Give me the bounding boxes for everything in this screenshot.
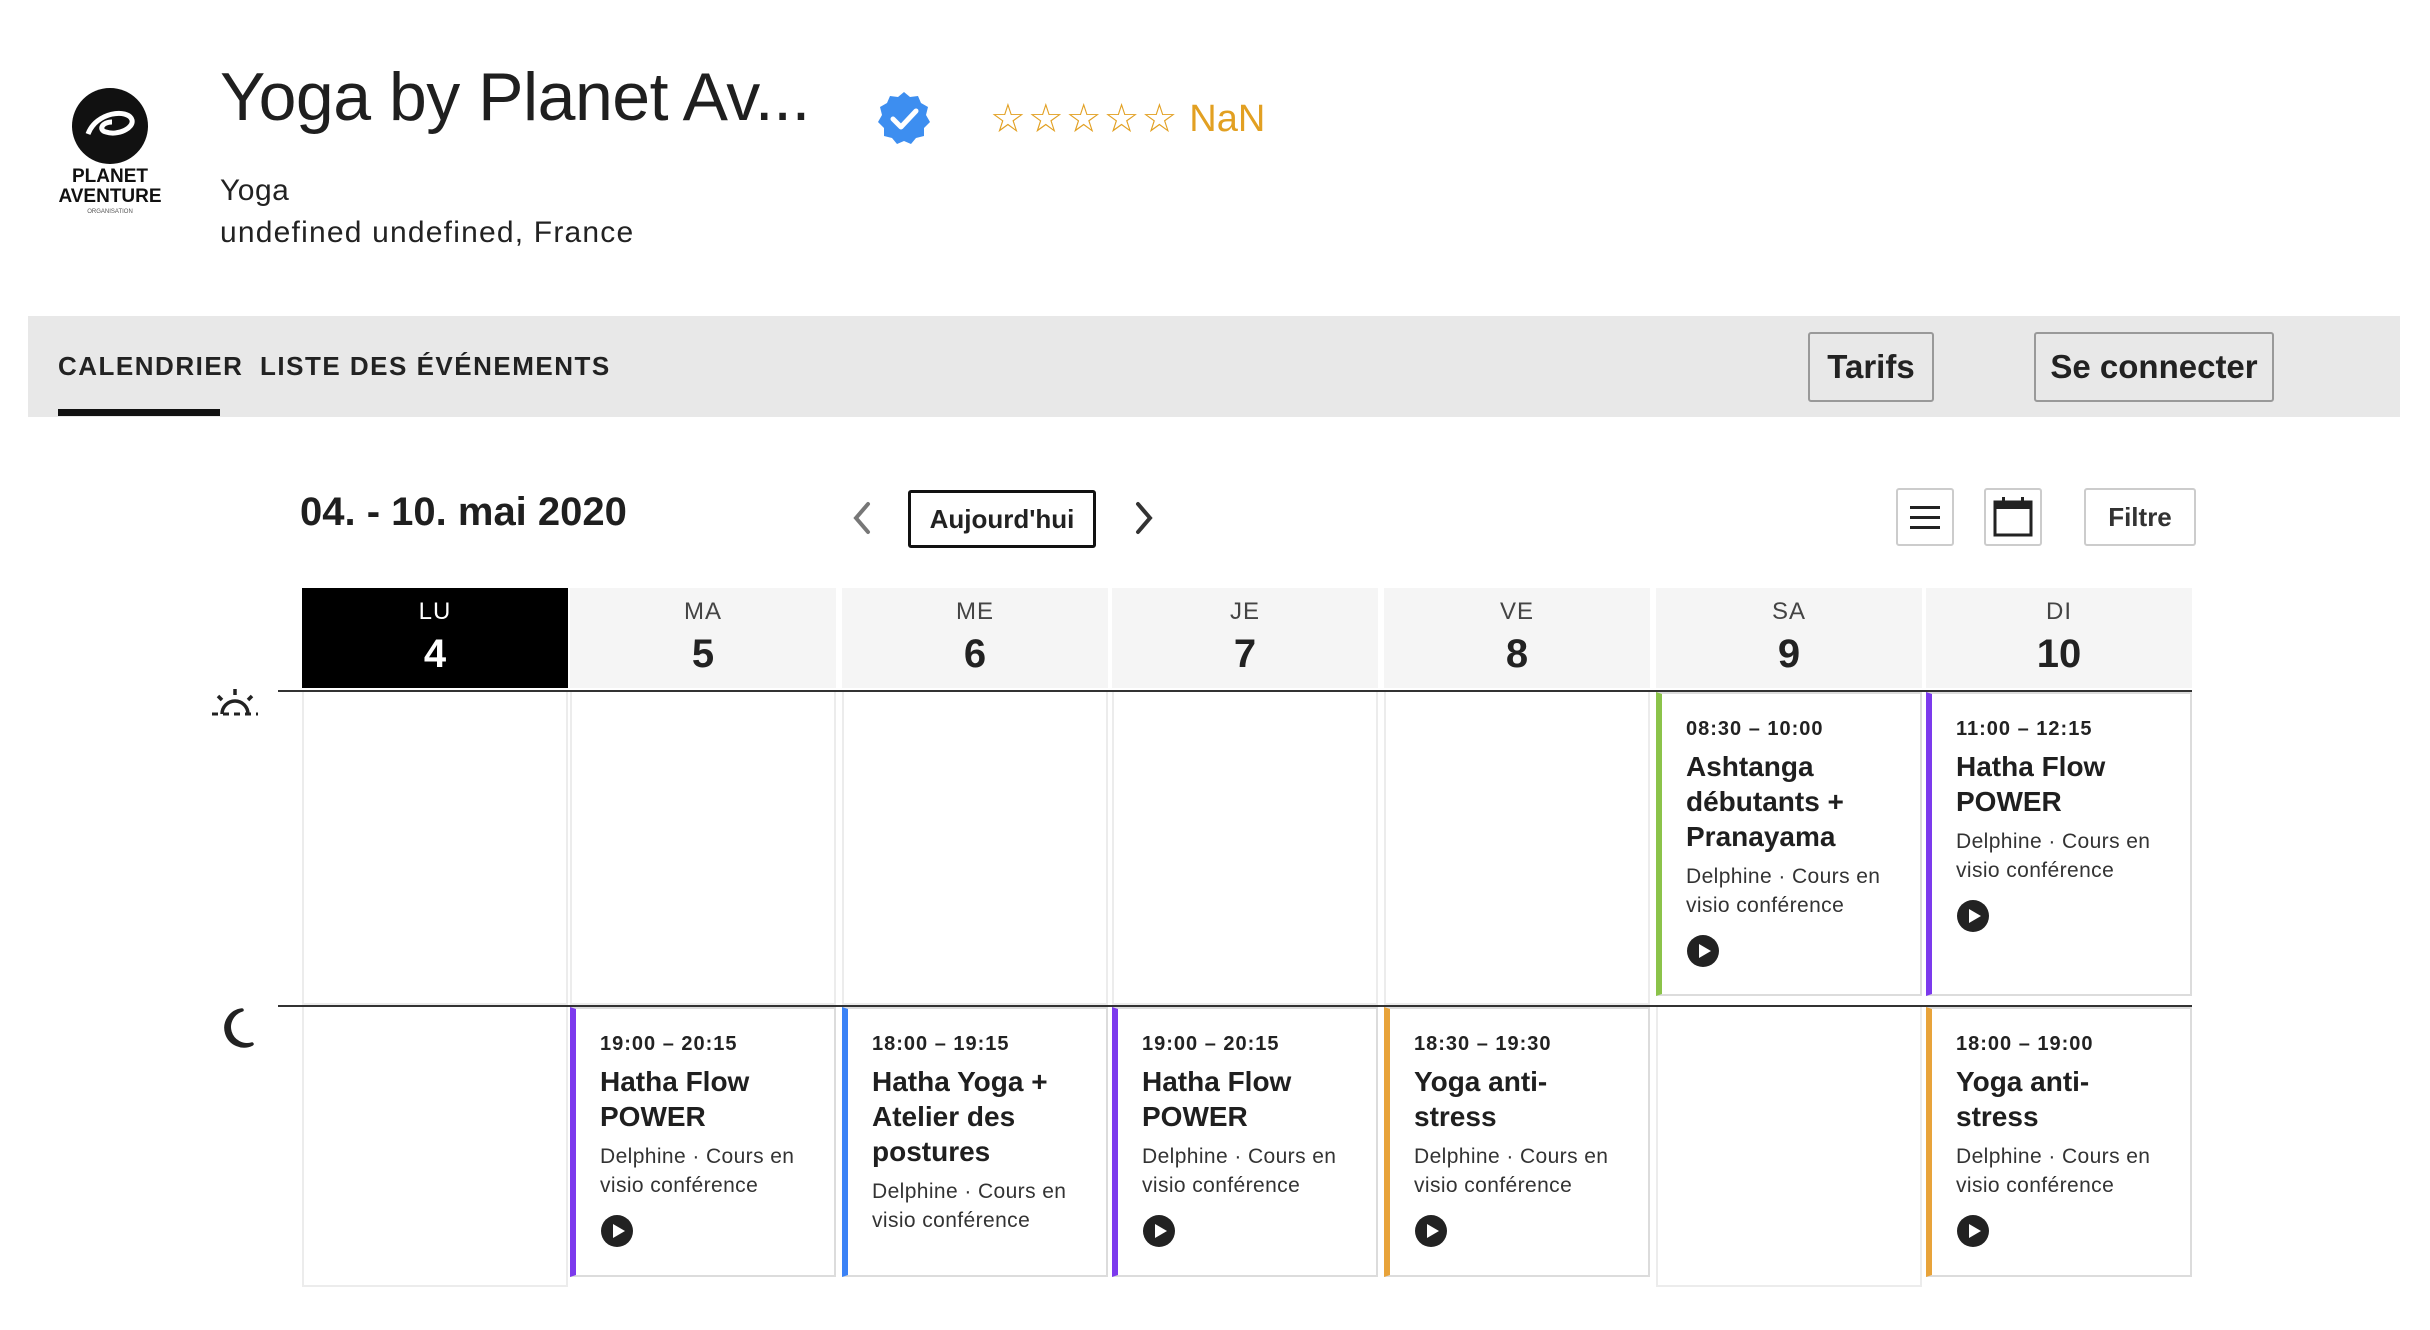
- event-meta: Delphine · Cours en visio conférence: [1686, 865, 1881, 917]
- day-num: 10: [2036, 632, 2082, 676]
- event-title: Hatha Flow POWER: [1142, 1066, 1292, 1132]
- tarifs-button[interactable]: Tarifs: [1808, 332, 1934, 402]
- day-num: 9: [1777, 632, 1801, 676]
- active-tab-indicator: [58, 409, 220, 416]
- event-meta: Delphine · Cours en visio conférence: [1142, 1145, 1337, 1197]
- event-title: Yoga anti-stress: [1414, 1066, 1548, 1132]
- day-abbr: ME: [956, 598, 994, 625]
- calendar-icon: [1993, 497, 2033, 537]
- sunrise-icon: [210, 686, 260, 720]
- event-meta: Delphine · Cours en visio conférence: [600, 1145, 795, 1197]
- page-title: Yoga by Planet Av...: [220, 59, 810, 135]
- event-card-ve-anti-stress[interactable]: 18:30 – 19:30 Yoga anti-stress Delphine …: [1384, 1007, 1650, 1277]
- slot-me-morning[interactable]: [842, 692, 1108, 1005]
- play-icon[interactable]: [600, 1214, 634, 1248]
- calendar-view-button[interactable]: [1984, 488, 2042, 546]
- event-time: 18:00 – 19:15: [872, 1033, 1010, 1055]
- slot-je-morning[interactable]: [1112, 692, 1378, 1005]
- day-abbr: VE: [1499, 598, 1534, 625]
- event-card-sa-ashtanga[interactable]: 08:30 – 10:00 Ashtanga débutants + Prana…: [1656, 692, 1922, 996]
- play-icon[interactable]: [1142, 1214, 1176, 1248]
- day-abbr: MA: [684, 598, 722, 625]
- chevron-left-icon: [853, 502, 870, 534]
- nav-bar: CALENDRIER LISTE DES ÉVÉNEMENTS Tarifs S…: [28, 316, 2400, 417]
- location-label: undefined undefined, France: [220, 216, 635, 249]
- day-abbr: SA: [1771, 598, 1806, 625]
- event-time: 18:00 – 19:00: [1956, 1033, 2094, 1055]
- day-header-ve: VE 8: [1384, 588, 1650, 688]
- date-range: 04. - 10. mai 2020: [300, 490, 627, 534]
- day-num: 8: [1505, 632, 1529, 676]
- event-card-di-anti-stress[interactable]: 18:00 – 19:00 Yoga anti-stress Delphine …: [1926, 1007, 2192, 1277]
- event-title: Hatha Yoga + Atelier des postures: [872, 1066, 1048, 1167]
- today-button[interactable]: Aujourd'hui: [908, 490, 1096, 548]
- event-meta: Delphine · Cours en visio conférence: [1956, 830, 2151, 882]
- list-view-button[interactable]: [1896, 488, 1954, 546]
- event-card-me-hatha-yoga[interactable]: 18:00 – 19:15 Hatha Yoga + Atelier des p…: [842, 1007, 1108, 1277]
- slot-lu-morning[interactable]: [302, 692, 568, 1005]
- play-icon[interactable]: [1956, 899, 1990, 933]
- slot-ma-morning[interactable]: [570, 692, 836, 1005]
- logo-text-3: ORGANISATION: [87, 209, 133, 215]
- event-title: Hatha Flow POWER: [600, 1066, 750, 1132]
- chevron-right-icon: [1136, 502, 1153, 534]
- event-meta: Delphine · Cours en visio conférence: [1956, 1145, 2151, 1197]
- event-time: 11:00 – 12:15: [1956, 718, 2093, 740]
- play-icon[interactable]: [1686, 934, 1720, 968]
- day-header-je: JE 7: [1112, 588, 1378, 688]
- star-rating-icon: ☆☆☆☆☆: [990, 96, 1180, 142]
- filter-button[interactable]: Filtre: [2084, 488, 2196, 546]
- verified-badge-icon: [876, 90, 932, 146]
- play-icon[interactable]: [1956, 1214, 1990, 1248]
- event-card-di-hatha-flow[interactable]: 11:00 – 12:15 Hatha Flow POWER Delphine …: [1926, 692, 2192, 996]
- event-time: 18:30 – 19:30: [1414, 1033, 1552, 1055]
- day-header-di: DI 10: [1926, 588, 2192, 688]
- category-label: Yoga: [220, 174, 290, 207]
- event-meta: Delphine · Cours en visio conférence: [872, 1180, 1067, 1232]
- rating-value: NaN: [1189, 97, 1266, 140]
- rating: ☆☆☆☆☆ NaN: [990, 94, 1265, 144]
- day-header-me: ME 6: [842, 588, 1108, 688]
- day-num: 5: [691, 632, 715, 676]
- tab-calendrier[interactable]: CALENDRIER: [58, 316, 243, 417]
- moon-icon: [216, 1006, 256, 1050]
- logo: PLANET AVENTURE ORGANISATION: [48, 82, 172, 222]
- play-icon[interactable]: [1414, 1214, 1448, 1248]
- event-title: Hatha Flow POWER: [1956, 751, 2106, 817]
- day-num: 6: [963, 632, 987, 676]
- event-meta: Delphine · Cours en visio conférence: [1414, 1145, 1609, 1197]
- event-card-je-hatha-flow[interactable]: 19:00 – 20:15 Hatha Flow POWER Delphine …: [1112, 1007, 1378, 1277]
- event-card-ma-hatha-flow[interactable]: 19:00 – 20:15 Hatha Flow POWER Delphine …: [570, 1007, 836, 1277]
- slot-sa-evening[interactable]: [1656, 1007, 1922, 1287]
- logo-text-1: PLANET: [72, 166, 148, 187]
- day-header-sa: SA 9: [1656, 588, 1922, 688]
- event-title: Yoga anti-stress: [1956, 1066, 2090, 1132]
- slot-ve-morning[interactable]: [1384, 692, 1650, 1005]
- day-header-lu: LU 4: [302, 588, 568, 688]
- day-num: 7: [1233, 632, 1257, 676]
- event-time: 08:30 – 10:00: [1686, 718, 1824, 740]
- list-icon: [1910, 506, 1940, 529]
- login-button[interactable]: Se connecter: [2034, 332, 2274, 402]
- day-abbr: LU: [418, 598, 452, 625]
- prev-week-button[interactable]: [838, 494, 886, 542]
- slot-lu-evening[interactable]: [302, 1007, 568, 1287]
- day-num: 4: [423, 632, 447, 676]
- logo-text-2: AVENTURE: [58, 186, 161, 207]
- event-title: Ashtanga débutants + Pranayama: [1686, 751, 1844, 852]
- event-time: 19:00 – 20:15: [600, 1033, 738, 1055]
- day-abbr: DI: [2046, 598, 2072, 625]
- event-time: 19:00 – 20:15: [1142, 1033, 1280, 1055]
- next-week-button[interactable]: [1120, 494, 1168, 542]
- tab-liste-evenements[interactable]: LISTE DES ÉVÉNEMENTS: [260, 316, 611, 417]
- day-header-ma: MA 5: [570, 588, 836, 688]
- day-abbr: JE: [1229, 598, 1260, 625]
